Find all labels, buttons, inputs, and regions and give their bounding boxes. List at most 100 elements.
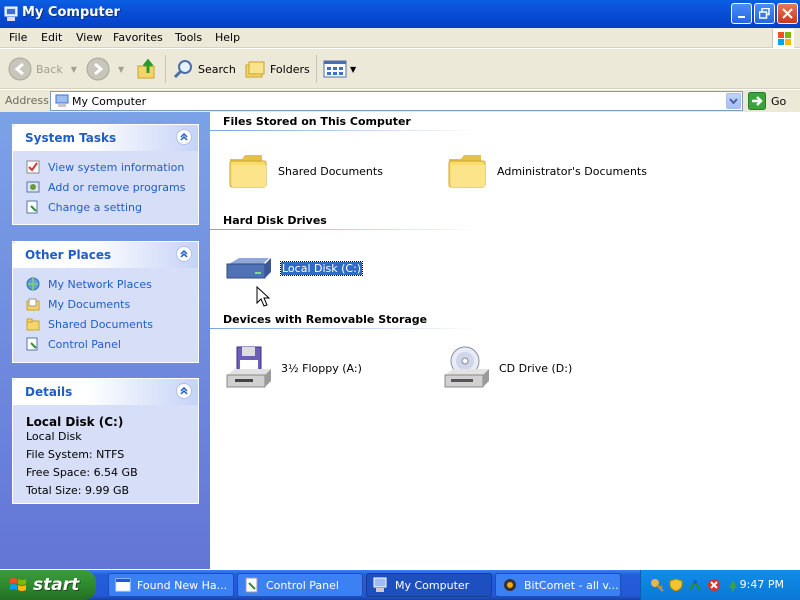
minimize-button[interactable] [731,3,752,24]
mouse-cursor-icon [256,285,271,311]
folder-icon [229,155,267,188]
taskbar-button-found-new-hardware[interactable]: Found New Ha... [108,573,234,597]
computer-icon [4,6,18,25]
network-icon [25,276,41,292]
system-tasks-header[interactable]: System Tasks [13,125,198,151]
back-arrow-icon [8,57,32,81]
toolbar: Back ▼ ▼ Search Folders ▼ [0,49,800,89]
menu-favorites[interactable]: Favorites [113,31,163,44]
group-title-files: Files Stored on This Computer [223,115,411,128]
place-shared-documents[interactable]: Shared Documents [25,314,198,334]
details-panel: Details Local Disk (C:) Local Disk File … [12,378,199,504]
back-dropdown-icon[interactable]: ▼ [71,65,77,74]
search-button[interactable]: Search [172,55,236,83]
start-label: start [33,575,80,595]
item-label: CD Drive (D:) [499,361,573,375]
system-tasks-panel: System Tasks View system information Add… [12,124,199,225]
floppy-a-item[interactable]: 3½ Floppy (A:) [225,345,362,391]
place-control-panel[interactable]: Control Panel [25,334,198,354]
local-disk-c-item[interactable]: Local Disk (C:) [225,252,364,284]
hard-drive-icon [226,258,271,279]
system-tasks-title: System Tasks [25,131,117,145]
place-label: My Network Places [48,277,152,291]
taskbar: start Found New Ha... Control Panel My C… [0,570,800,600]
group-title-hard-disks: Hard Disk Drives [223,214,327,227]
task-view-system-information[interactable]: View system information [25,157,198,177]
administrators-documents-item[interactable]: Administrator's Documents [447,151,647,191]
forward-button[interactable]: ▼ [86,55,124,83]
taskbar-button-my-computer[interactable]: My Computer [366,573,492,597]
back-button[interactable]: Back ▼ [8,55,77,83]
views-icon [323,60,347,78]
control-panel-icon [25,199,41,215]
shared-documents-item[interactable]: Shared Documents [228,151,383,191]
up-folder-button[interactable] [135,55,159,83]
address-label: Address [5,94,49,107]
task-label: Change a setting [48,200,142,214]
tray-update-icon[interactable] [725,577,741,593]
task-pane: System Tasks View system information Add… [0,112,210,569]
details-file-system: File System: NTFS [26,448,125,461]
menu-edit[interactable]: Edit [41,31,62,44]
collapse-chevron-icon[interactable] [176,129,192,145]
go-label: Go [771,94,787,108]
go-arrow-icon [748,92,766,110]
group-title-removable: Devices with Removable Storage [223,313,428,326]
search-icon [173,60,192,79]
bitcomet-icon [504,579,516,591]
tray-alert-icon[interactable] [706,577,722,593]
details-title: Details [25,385,73,399]
tray-network-icon[interactable] [687,577,703,593]
address-bar: Address My Computer Go [0,90,800,112]
views-button[interactable]: ▼ [323,55,356,83]
place-label: My Documents [48,297,131,311]
menu-view[interactable]: View [76,31,102,44]
maximize-button[interactable] [754,3,775,24]
close-button[interactable] [777,3,798,24]
folders-button[interactable]: Folders [244,55,310,83]
computer-icon [55,94,69,111]
views-dropdown-icon[interactable]: ▼ [350,65,356,74]
item-label: 3½ Floppy (A:) [281,361,362,375]
menu-file[interactable]: File [9,31,27,44]
item-label: Local Disk (C:) [279,260,364,276]
address-value: My Computer [72,95,147,108]
task-change-setting[interactable]: Change a setting [25,197,198,217]
task-label: View system information [48,160,185,174]
place-my-network-places[interactable]: My Network Places [25,274,198,294]
other-places-header[interactable]: Other Places [13,242,198,268]
file-view[interactable]: Files Stored on This Computer Shared Doc… [210,112,800,569]
tray-shield-icon[interactable] [668,577,684,593]
details-total-size: Total Size: 9.99 GB [26,484,130,497]
start-button[interactable]: start [0,570,96,600]
collapse-chevron-icon[interactable] [176,246,192,262]
menu-bar: File Edit View Favorites Tools Help [0,28,800,48]
task-add-remove-programs[interactable]: Add or remove programs [25,177,198,197]
title-bar[interactable]: My Computer [0,0,800,28]
menu-tools[interactable]: Tools [175,31,202,44]
address-input[interactable]: My Computer [50,91,743,111]
search-label: Search [198,62,236,76]
taskbar-button-label: BitComet - all v... [524,578,619,592]
back-label: Back [36,62,63,76]
other-places-panel: Other Places My Network Places My Docume… [12,241,199,363]
place-my-documents[interactable]: My Documents [25,294,198,314]
cd-drive-d-item[interactable]: CD Drive (D:) [443,345,572,391]
item-label: Administrator's Documents [497,164,647,178]
taskbar-button-bitcomet[interactable]: BitComet - all v... [495,573,621,597]
forward-dropdown-icon[interactable]: ▼ [118,65,124,74]
place-label: Shared Documents [48,317,153,331]
menu-help[interactable]: Help [215,31,240,44]
collapse-chevron-icon[interactable] [176,383,192,399]
tray-key-icon[interactable] [649,577,665,593]
taskbar-button-label: Control Panel [266,578,339,592]
place-label: Control Panel [48,337,121,351]
address-dropdown-button[interactable] [726,93,741,109]
taskbar-button-control-panel[interactable]: Control Panel [237,573,363,597]
window-title: My Computer [22,5,120,20]
go-button[interactable]: Go [748,92,786,110]
clock: 9:47 PM [739,578,784,591]
details-header[interactable]: Details [13,379,198,405]
up-folder-icon [137,58,155,79]
cd-drive-icon [444,346,489,388]
